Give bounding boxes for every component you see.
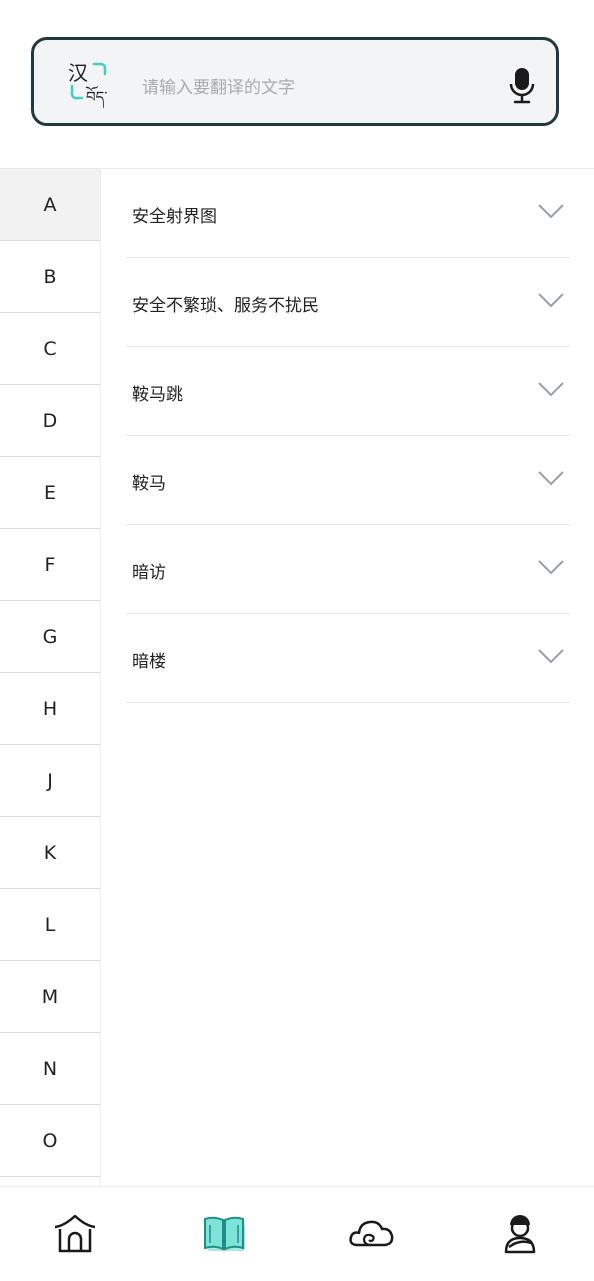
index-letter-m[interactable]: M	[0, 961, 100, 1033]
search-placeholder[interactable]: 请输入要翻译的文字	[142, 73, 295, 98]
index-letter-d[interactable]: D	[0, 385, 100, 457]
tab-profile[interactable]	[497, 1213, 543, 1255]
chevron-down-icon[interactable]	[538, 470, 564, 486]
person-icon	[504, 1215, 536, 1254]
entry-label: 鞍马	[132, 474, 166, 494]
index-letter-c[interactable]: C	[0, 313, 100, 385]
chevron-down-icon[interactable]	[538, 292, 564, 308]
logo-char: 汉	[68, 61, 88, 85]
list-item[interactable]: 安全不繁琐、服务不扰民	[126, 258, 570, 347]
index-letter-j[interactable]: J	[0, 745, 100, 817]
list-item[interactable]: 鞍马跳	[126, 347, 570, 436]
index-letter-n[interactable]: N	[0, 1033, 100, 1105]
chevron-down-icon[interactable]	[538, 648, 564, 664]
alphabet-index: A B C D E F G H J K L M N O	[0, 169, 101, 1186]
search-bar[interactable]: 汉 བོད་ 请输入要翻译的文字	[31, 37, 559, 126]
index-letter-g[interactable]: G	[0, 601, 100, 673]
index-letter-a[interactable]: A	[0, 169, 100, 241]
index-letter-l[interactable]: L	[0, 889, 100, 961]
logo-tibetan: བོད་	[85, 85, 107, 108]
list-item[interactable]: 鞍马	[126, 436, 570, 525]
tab-dictionary[interactable]	[201, 1213, 247, 1255]
list-item[interactable]: 安全射界图	[126, 169, 570, 258]
list-item[interactable]: 暗楼	[126, 614, 570, 703]
index-letter-b[interactable]: B	[0, 241, 100, 313]
chevron-down-icon[interactable]	[538, 381, 564, 397]
entry-label: 暗访	[132, 563, 166, 583]
translate-logo-icon: 汉 བོད་	[68, 60, 120, 110]
tab-cloud[interactable]	[348, 1213, 394, 1255]
index-letter-k[interactable]: K	[0, 817, 100, 889]
entry-list: 安全射界图 安全不繁琐、服务不扰民 鞍马跳 鞍马 暗访 暗楼	[126, 169, 570, 703]
index-letter-o[interactable]: O	[0, 1105, 100, 1177]
header: 汉 བོད་ 请输入要翻译的文字	[0, 0, 594, 168]
entry-label: 鞍马跳	[132, 385, 183, 405]
index-letter-e[interactable]: E	[0, 457, 100, 529]
entry-label: 暗楼	[132, 652, 166, 672]
microphone-icon[interactable]	[508, 66, 536, 106]
home-icon	[54, 1214, 96, 1253]
book-icon	[204, 1216, 245, 1251]
entry-label: 安全不繁琐、服务不扰民	[132, 296, 319, 316]
bottom-nav	[0, 1186, 594, 1281]
list-item[interactable]: 暗访	[126, 525, 570, 614]
entry-label: 安全射界图	[132, 207, 217, 227]
index-letter-h[interactable]: H	[0, 673, 100, 745]
tab-home[interactable]	[52, 1213, 98, 1255]
cloud-icon	[349, 1220, 394, 1247]
chevron-down-icon[interactable]	[538, 559, 564, 575]
chevron-down-icon[interactable]	[538, 203, 564, 219]
index-letter-f[interactable]: F	[0, 529, 100, 601]
